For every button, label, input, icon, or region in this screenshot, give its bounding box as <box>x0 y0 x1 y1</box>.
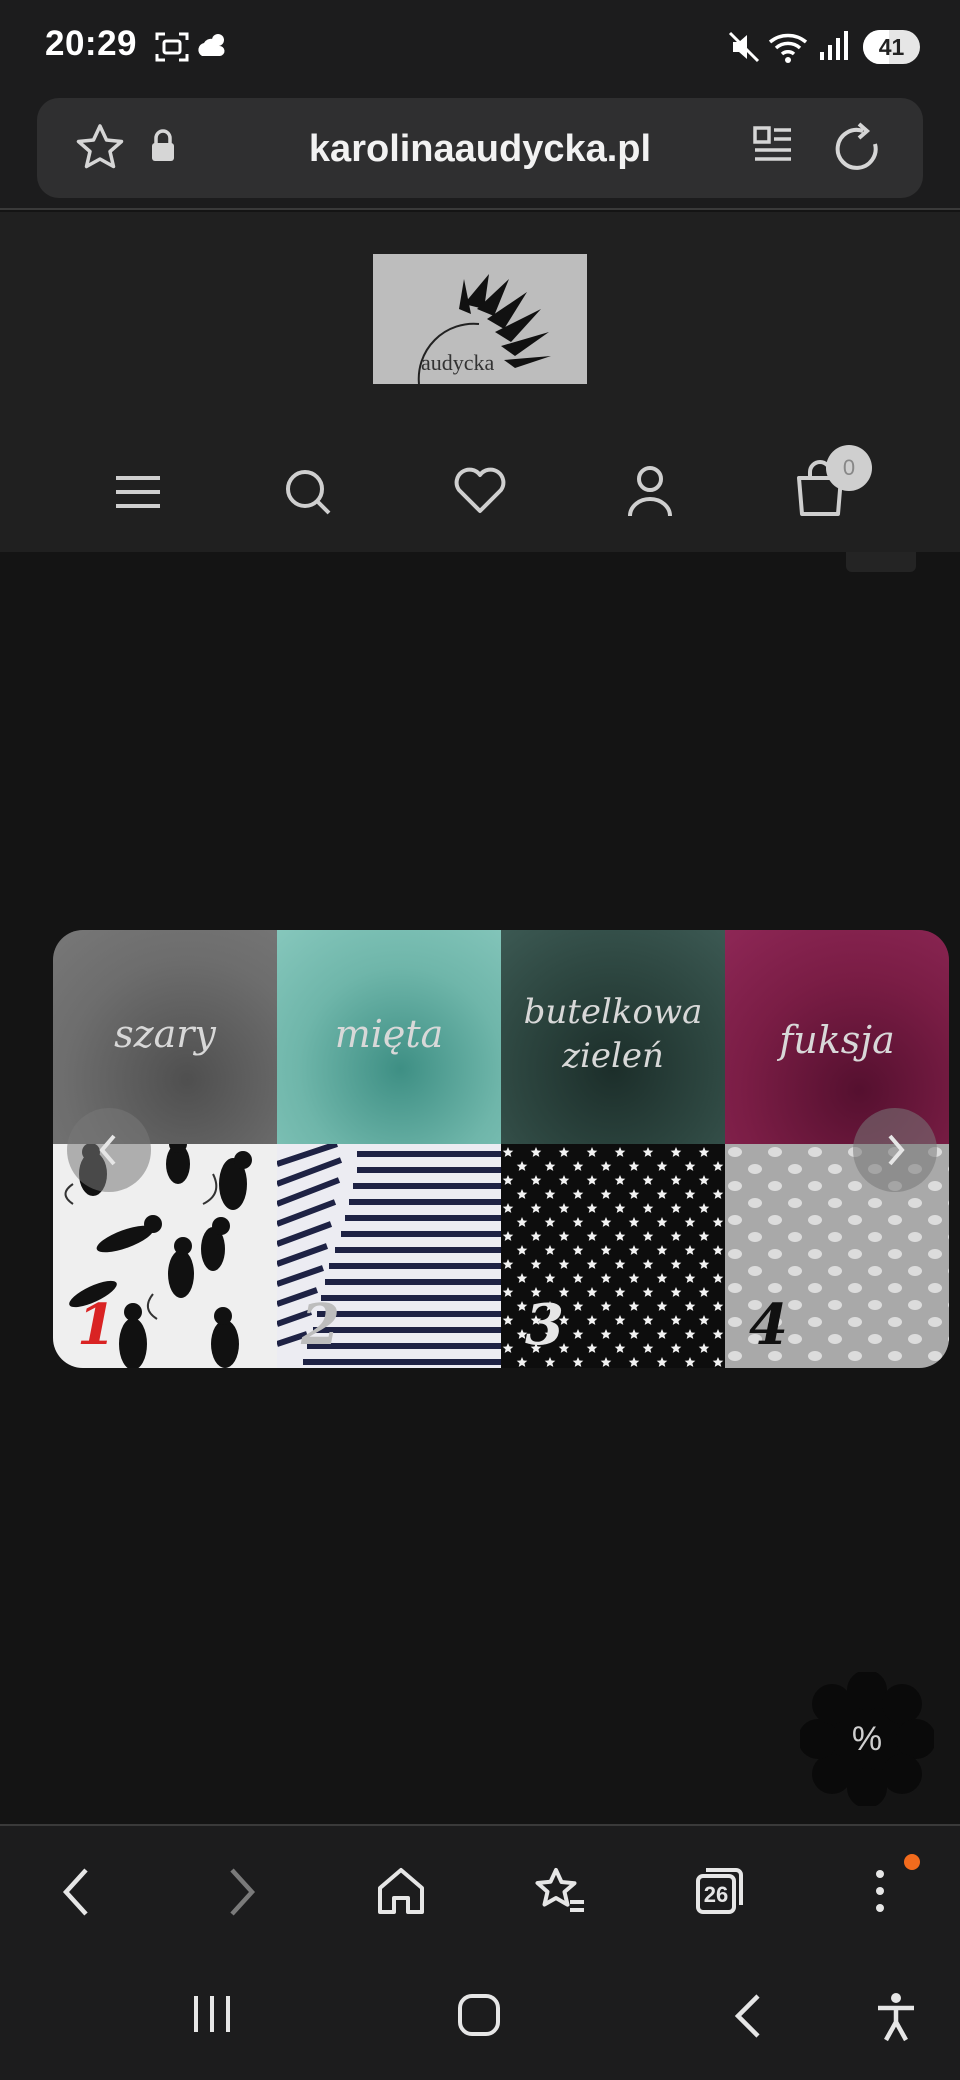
signal-icon <box>820 31 848 60</box>
status-bar: 20:29 41 <box>0 0 960 92</box>
fabric-number: 1 <box>77 1292 116 1358</box>
back-icon[interactable] <box>58 1866 94 1918</box>
fabric-label: fuksja <box>779 1018 895 1062</box>
home-icon[interactable] <box>376 1866 426 1916</box>
status-time: 20:29 <box>45 24 138 63</box>
chevron-right-icon <box>888 1134 905 1166</box>
fabric-label: butelkowa zieleń <box>523 992 703 1076</box>
site-logo[interactable]: audycka <box>373 254 587 384</box>
logo-text: audycka <box>421 350 495 375</box>
weather-icon <box>198 34 225 56</box>
promo-symbol: % <box>851 1720 883 1758</box>
fabric-number: 2 <box>301 1292 340 1358</box>
fabric-tile-mint[interactable]: mięta <box>277 930 501 1144</box>
menu-icon[interactable] <box>114 474 162 510</box>
slider-prev-button[interactable] <box>67 1108 151 1192</box>
back-nav-icon[interactable] <box>730 1992 766 2040</box>
site-header: audycka 0 <box>0 212 960 552</box>
wifi-icon <box>768 33 808 63</box>
browser-bottom-bar: 26 <box>0 1824 960 1950</box>
accessibility-icon[interactable] <box>874 1992 918 2042</box>
reload-icon[interactable] <box>833 122 885 176</box>
fabric-number: 4 <box>749 1292 788 1358</box>
fabric-tile-grey[interactable]: szary <box>53 930 277 1144</box>
tabs-count: 26 <box>703 1882 729 1907</box>
notification-dot <box>904 1854 920 1870</box>
tabs-button[interactable]: 26 <box>694 1866 744 1916</box>
fabric-tile-stars[interactable]: 3 <box>501 1144 725 1368</box>
account-icon[interactable] <box>625 464 675 518</box>
search-icon[interactable] <box>283 467 333 517</box>
slider-next-button[interactable] <box>853 1108 937 1192</box>
promo-discount-button[interactable]: % <box>798 1670 936 1808</box>
forward-icon[interactable] <box>224 1866 260 1918</box>
home-nav-icon[interactable] <box>456 1992 502 2038</box>
address-bar[interactable]: karolinaaudycka.pl <box>37 98 923 198</box>
fabric-label: mięta <box>334 1012 444 1056</box>
fabric-tile-bottle-green[interactable]: butelkowa zieleń <box>501 930 725 1144</box>
screen-capture-icon <box>155 32 189 62</box>
fabric-slider[interactable]: szary mięta butelkowa zieleń fuksja 1 2 … <box>53 930 949 1368</box>
fabric-label: szary <box>114 1012 216 1056</box>
fabric-tile-stripes[interactable]: 2 <box>277 1144 501 1368</box>
recent-apps-icon[interactable] <box>190 1992 234 2036</box>
cart-count-badge[interactable]: 0 <box>826 445 872 491</box>
header-tab <box>846 552 916 572</box>
system-navigation-bar <box>0 1950 960 2080</box>
fabric-number: 3 <box>525 1292 564 1358</box>
bookmarks-icon[interactable] <box>532 1866 588 1918</box>
reader-mode-icon[interactable] <box>752 122 794 172</box>
battery-indicator: 41 <box>863 30 920 64</box>
chevron-left-icon <box>99 1134 116 1166</box>
mute-icon <box>728 31 760 63</box>
fabric-tile-fuchsia[interactable]: fuksja <box>725 930 949 1144</box>
wishlist-heart-icon[interactable] <box>453 467 507 515</box>
more-menu-icon[interactable] <box>870 1866 890 1916</box>
browser-toolbar: karolinaaudycka.pl <box>0 92 960 210</box>
